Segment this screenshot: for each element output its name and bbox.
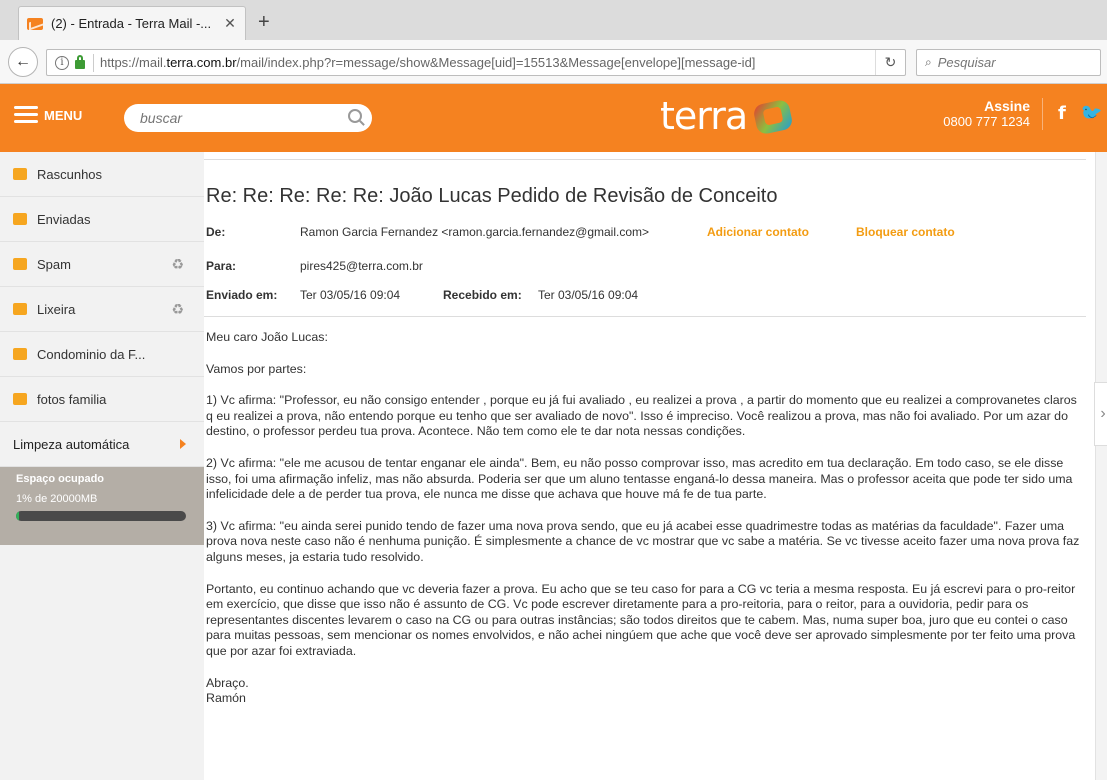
browser-search-box[interactable]: ⌕	[916, 49, 1101, 76]
terra-logo[interactable]: terra	[660, 96, 795, 136]
spam-icon	[13, 258, 27, 270]
storage-bar-fill	[16, 511, 20, 521]
folder-icon	[13, 348, 27, 360]
browser-tab[interactable]: (2) - Entrada - Terra Mail -... ✕	[18, 6, 246, 40]
from-label: De:	[206, 225, 226, 239]
info-icon[interactable]: i	[55, 55, 69, 70]
message-subject: Re: Re: Re: Re: Re: João Lucas Pedido de…	[206, 185, 778, 207]
url-domain: terra.com.br	[166, 55, 237, 70]
folder-sidebar: Rascunhos Enviadas Spam ♻ Lixeira ♻ Cond…	[0, 152, 204, 780]
to-label: Para:	[206, 259, 237, 273]
divider	[204, 159, 1086, 160]
mail-header: MENU terra Assine 0800 777 1234 f 🐦	[0, 84, 1107, 152]
to-value[interactable]: pires425@terra.com.br	[300, 259, 423, 273]
limpeza-automatica[interactable]: Limpeza automática	[0, 422, 204, 467]
body-paragraph-3: 3) Vc afirma: "eu ainda serei punido ten…	[206, 518, 1080, 564]
browser-nav-bar: ← i https://mail.terra.com.br/mail/index…	[0, 40, 1107, 84]
body-greeting: Meu caro João Lucas:	[206, 330, 328, 344]
block-contact-link[interactable]: Bloquear contato	[856, 225, 955, 239]
browser-search-input[interactable]	[937, 55, 1078, 70]
search-icon: ⌕	[925, 55, 932, 69]
storage-panel: Espaço ocupado 1% de 20000MB	[0, 467, 204, 545]
lock-icon	[75, 55, 85, 69]
url-prefix: https://mail.	[100, 55, 167, 70]
sent-label: Enviado em:	[206, 288, 278, 302]
facebook-icon[interactable]: f	[1058, 103, 1066, 124]
folder-condominio[interactable]: Condominio da F...	[0, 332, 204, 377]
received-label: Recebido em:	[443, 288, 522, 302]
sent-icon	[13, 213, 27, 225]
storage-title: Espaço ocupado	[16, 473, 105, 485]
body-paragraph-4: Portanto, eu continuo achando que vc dev…	[206, 581, 1076, 658]
folder-label: Rascunhos	[37, 166, 103, 182]
divider	[204, 316, 1086, 317]
phone-number: 0800 777 1234	[943, 114, 1030, 129]
folder-spam[interactable]: Spam ♻	[0, 242, 204, 287]
received-value: Ter 03/05/16 09:04	[538, 288, 639, 302]
folder-label: fotos familia	[37, 391, 107, 407]
storage-usage: 1% de 20000MB	[16, 493, 98, 505]
hamburger-icon	[14, 106, 38, 124]
from-row: De: Ramon Garcia Fernandez <ramon.garcia…	[206, 225, 1086, 239]
recycle-icon[interactable]: ♻	[171, 301, 184, 318]
vertical-scrollbar[interactable]	[1095, 152, 1107, 780]
date-row: Enviado em: Ter 03/05/16 09:04 Recebido …	[206, 288, 1086, 302]
address-bar[interactable]: i https://mail.terra.com.br/mail/index.p…	[46, 49, 906, 76]
folder-enviadas[interactable]: Enviadas	[0, 197, 204, 242]
limpeza-label: Limpeza automática	[13, 436, 130, 452]
from-value[interactable]: Ramon Garcia Fernandez <ramon.garcia.fer…	[300, 225, 649, 239]
arrow-left-icon: ←	[15, 53, 31, 70]
folder-fotos-familia[interactable]: fotos familia	[0, 377, 204, 422]
menu-button[interactable]: MENU	[14, 106, 82, 124]
folder-label: Condominio da F...	[37, 346, 146, 362]
url-path: /mail/index.php?r=message/show&Message[u…	[236, 55, 756, 70]
trash-icon	[13, 303, 27, 315]
assine-label: Assine	[984, 98, 1030, 114]
body-signature: Ramón	[206, 691, 246, 706]
logo-text: terra	[660, 94, 748, 138]
folder-label: Spam	[37, 256, 71, 272]
assine-link[interactable]: Assine 0800 777 1234	[924, 98, 1030, 130]
message-view: Re: Re: Re: Re: Re: João Lucas Pedido de…	[204, 152, 1107, 780]
new-tab-button[interactable]: +	[258, 12, 270, 32]
mail-search-input[interactable]	[140, 110, 340, 126]
folder-icon	[13, 393, 27, 405]
next-message-button[interactable]: ›	[1094, 382, 1107, 446]
storage-bar	[16, 511, 186, 521]
reload-icon[interactable]: ↻	[875, 50, 905, 75]
mail-favicon-icon	[27, 17, 43, 30]
twitter-icon[interactable]: 🐦	[1080, 103, 1102, 124]
to-row: Para: pires425@terra.com.br	[206, 259, 1086, 273]
arrow-right-icon	[180, 439, 186, 449]
message-body: Meu caro João Lucas: Vamos por partes: 1…	[206, 330, 1086, 707]
tab-title: (2) - Entrada - Terra Mail -...	[51, 16, 212, 31]
menu-label: MENU	[44, 107, 83, 123]
body-intro: Vamos por partes:	[206, 361, 307, 376]
add-contact-link[interactable]: Adicionar contato	[707, 225, 809, 239]
terra-logo-icon	[752, 98, 795, 136]
search-icon[interactable]	[348, 109, 362, 123]
url-divider	[93, 53, 94, 72]
body-paragraph-1: 1) Vc afirma: "Professor, eu não consigo…	[206, 393, 1077, 439]
chevron-right-icon: ›	[1100, 405, 1106, 422]
sent-value: Ter 03/05/16 09:04	[300, 288, 401, 302]
browser-tab-bar: (2) - Entrada - Terra Mail -... ✕ +	[0, 0, 1107, 40]
folder-rascunhos[interactable]: Rascunhos	[0, 152, 204, 197]
url-text[interactable]: https://mail.terra.com.br/mail/index.php…	[100, 55, 875, 70]
header-divider	[1042, 98, 1043, 130]
close-tab-icon[interactable]: ✕	[223, 15, 237, 32]
back-button[interactable]: ←	[8, 47, 38, 77]
draft-icon	[13, 168, 27, 180]
folder-label: Lixeira	[37, 301, 76, 317]
folder-label: Enviadas	[37, 211, 91, 227]
mail-search[interactable]	[124, 104, 372, 132]
body-paragraph-2: 2) Vc afirma: "ele me acusou de tentar e…	[206, 455, 1073, 502]
body-closing: Abraço.	[206, 675, 249, 690]
recycle-icon[interactable]: ♻	[171, 256, 184, 273]
folder-lixeira[interactable]: Lixeira ♻	[0, 287, 204, 332]
